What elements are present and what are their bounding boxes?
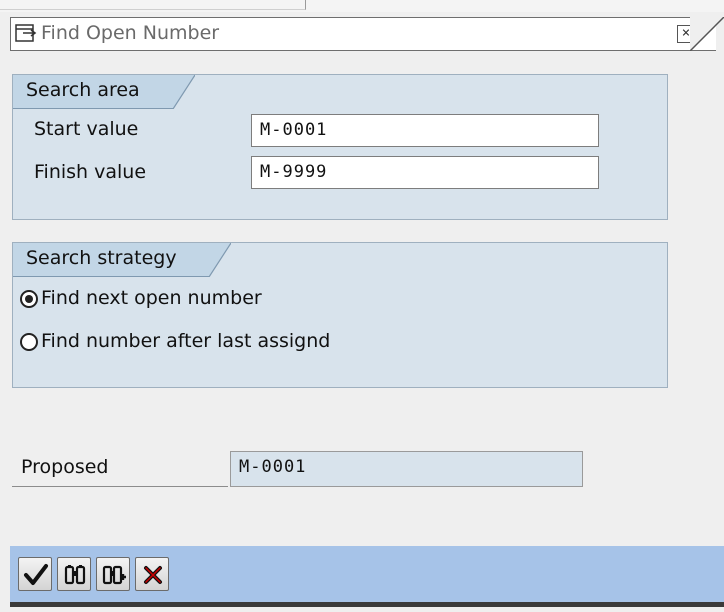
find-button[interactable] bbox=[57, 557, 91, 591]
binoculars-plus-icon bbox=[102, 565, 126, 585]
find-next-open-radio[interactable] bbox=[20, 290, 38, 308]
dialog-toolbar bbox=[10, 546, 724, 602]
proposed-value-field: M-0001 bbox=[230, 451, 583, 487]
search-area-group: Search area Start value M-0001 Finish va… bbox=[12, 74, 668, 220]
start-value-input[interactable]: M-0001 bbox=[251, 114, 599, 147]
group-tab-slant bbox=[173, 75, 195, 109]
proposed-underline bbox=[12, 486, 228, 487]
checkmark-icon bbox=[24, 564, 48, 585]
dialog-titlebar[interactable]: Find Open Number × bbox=[10, 17, 716, 51]
find-next-open-label[interactable]: Find next open number bbox=[41, 287, 262, 309]
dialog-window-icon bbox=[15, 24, 37, 44]
start-value-label: Start value bbox=[34, 118, 139, 140]
background-strip bbox=[0, 0, 724, 12]
titlebar-slant-decoration bbox=[690, 17, 724, 51]
find-after-last-radio[interactable] bbox=[20, 333, 38, 351]
proposed-label: Proposed bbox=[21, 456, 109, 478]
background-tab-edge bbox=[0, 0, 306, 10]
dialog-title: Find Open Number bbox=[41, 22, 220, 44]
finish-value-label: Finish value bbox=[34, 161, 147, 183]
find-next-button[interactable] bbox=[96, 557, 130, 591]
search-strategy-title: Search strategy bbox=[13, 243, 209, 277]
finish-value-input[interactable]: M-9999 bbox=[251, 156, 599, 189]
toolbar-bottom-border bbox=[10, 602, 724, 607]
find-after-last-label[interactable]: Find number after last assignd bbox=[41, 330, 330, 352]
binoculars-icon bbox=[64, 565, 86, 585]
search-area-header: Search area bbox=[13, 74, 667, 109]
group-tab-slant bbox=[209, 243, 231, 277]
cancel-x-icon bbox=[144, 566, 162, 584]
confirm-button[interactable] bbox=[18, 557, 52, 591]
search-strategy-header: Search strategy bbox=[13, 242, 667, 277]
cancel-button[interactable] bbox=[135, 557, 169, 591]
search-strategy-group: Search strategy Find next open number Fi… bbox=[12, 242, 668, 388]
search-area-title: Search area bbox=[13, 75, 173, 109]
